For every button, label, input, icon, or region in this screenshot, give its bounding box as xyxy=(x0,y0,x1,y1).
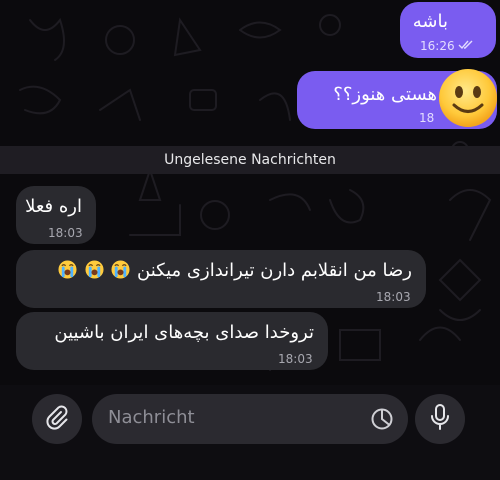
message-bubble-incoming[interactable]: اره فعلا 18:03 xyxy=(16,186,96,244)
message-text: اره فعلا xyxy=(25,196,82,217)
message-text: رضا من انقلابم دارن تیراندازی میکنن xyxy=(57,259,412,283)
message-bubble-outgoing[interactable]: باشه 16:26 xyxy=(400,2,496,58)
attach-button[interactable] xyxy=(32,394,82,444)
message-time-label: 16:26 xyxy=(420,39,455,53)
message-bubble-incoming[interactable]: رضا من انقلابم دارن تیراندازی میکنن 18:0… xyxy=(16,250,426,308)
microphone-icon xyxy=(428,403,452,435)
read-receipt-icon xyxy=(458,39,474,50)
message-input-placeholder: Nachricht xyxy=(108,407,195,428)
message-text: تروخدا صدای بچه‌های ایران باشیین xyxy=(54,322,314,343)
message-input-field[interactable]: Nachricht xyxy=(92,394,408,444)
paperclip-icon xyxy=(44,404,70,434)
sticker-icon[interactable] xyxy=(370,407,394,435)
slightly-smiling-face-emoji xyxy=(437,67,499,129)
message-time: 16:26 xyxy=(420,39,474,53)
message-time: 18 xyxy=(419,111,435,125)
message-text: هستی هنوز؟؟ xyxy=(333,84,437,105)
voice-record-button[interactable] xyxy=(415,394,465,444)
message-time: 18:03 xyxy=(278,352,313,366)
message-text: باشه xyxy=(412,11,448,32)
message-bubble-incoming[interactable]: تروخدا صدای بچه‌های ایران باشیین 18:03 xyxy=(16,312,328,370)
unread-messages-divider: Ungelesene Nachrichten xyxy=(0,146,500,174)
message-time: 18:03 xyxy=(376,290,411,304)
loudly-crying-face-icon xyxy=(111,260,130,279)
loudly-crying-face-icon xyxy=(85,260,104,279)
message-time: 18:03 xyxy=(48,226,83,240)
loudly-crying-face-icon xyxy=(58,260,77,279)
message-text-label: رضا من انقلابم دارن تیراندازی میکنن xyxy=(137,260,412,281)
